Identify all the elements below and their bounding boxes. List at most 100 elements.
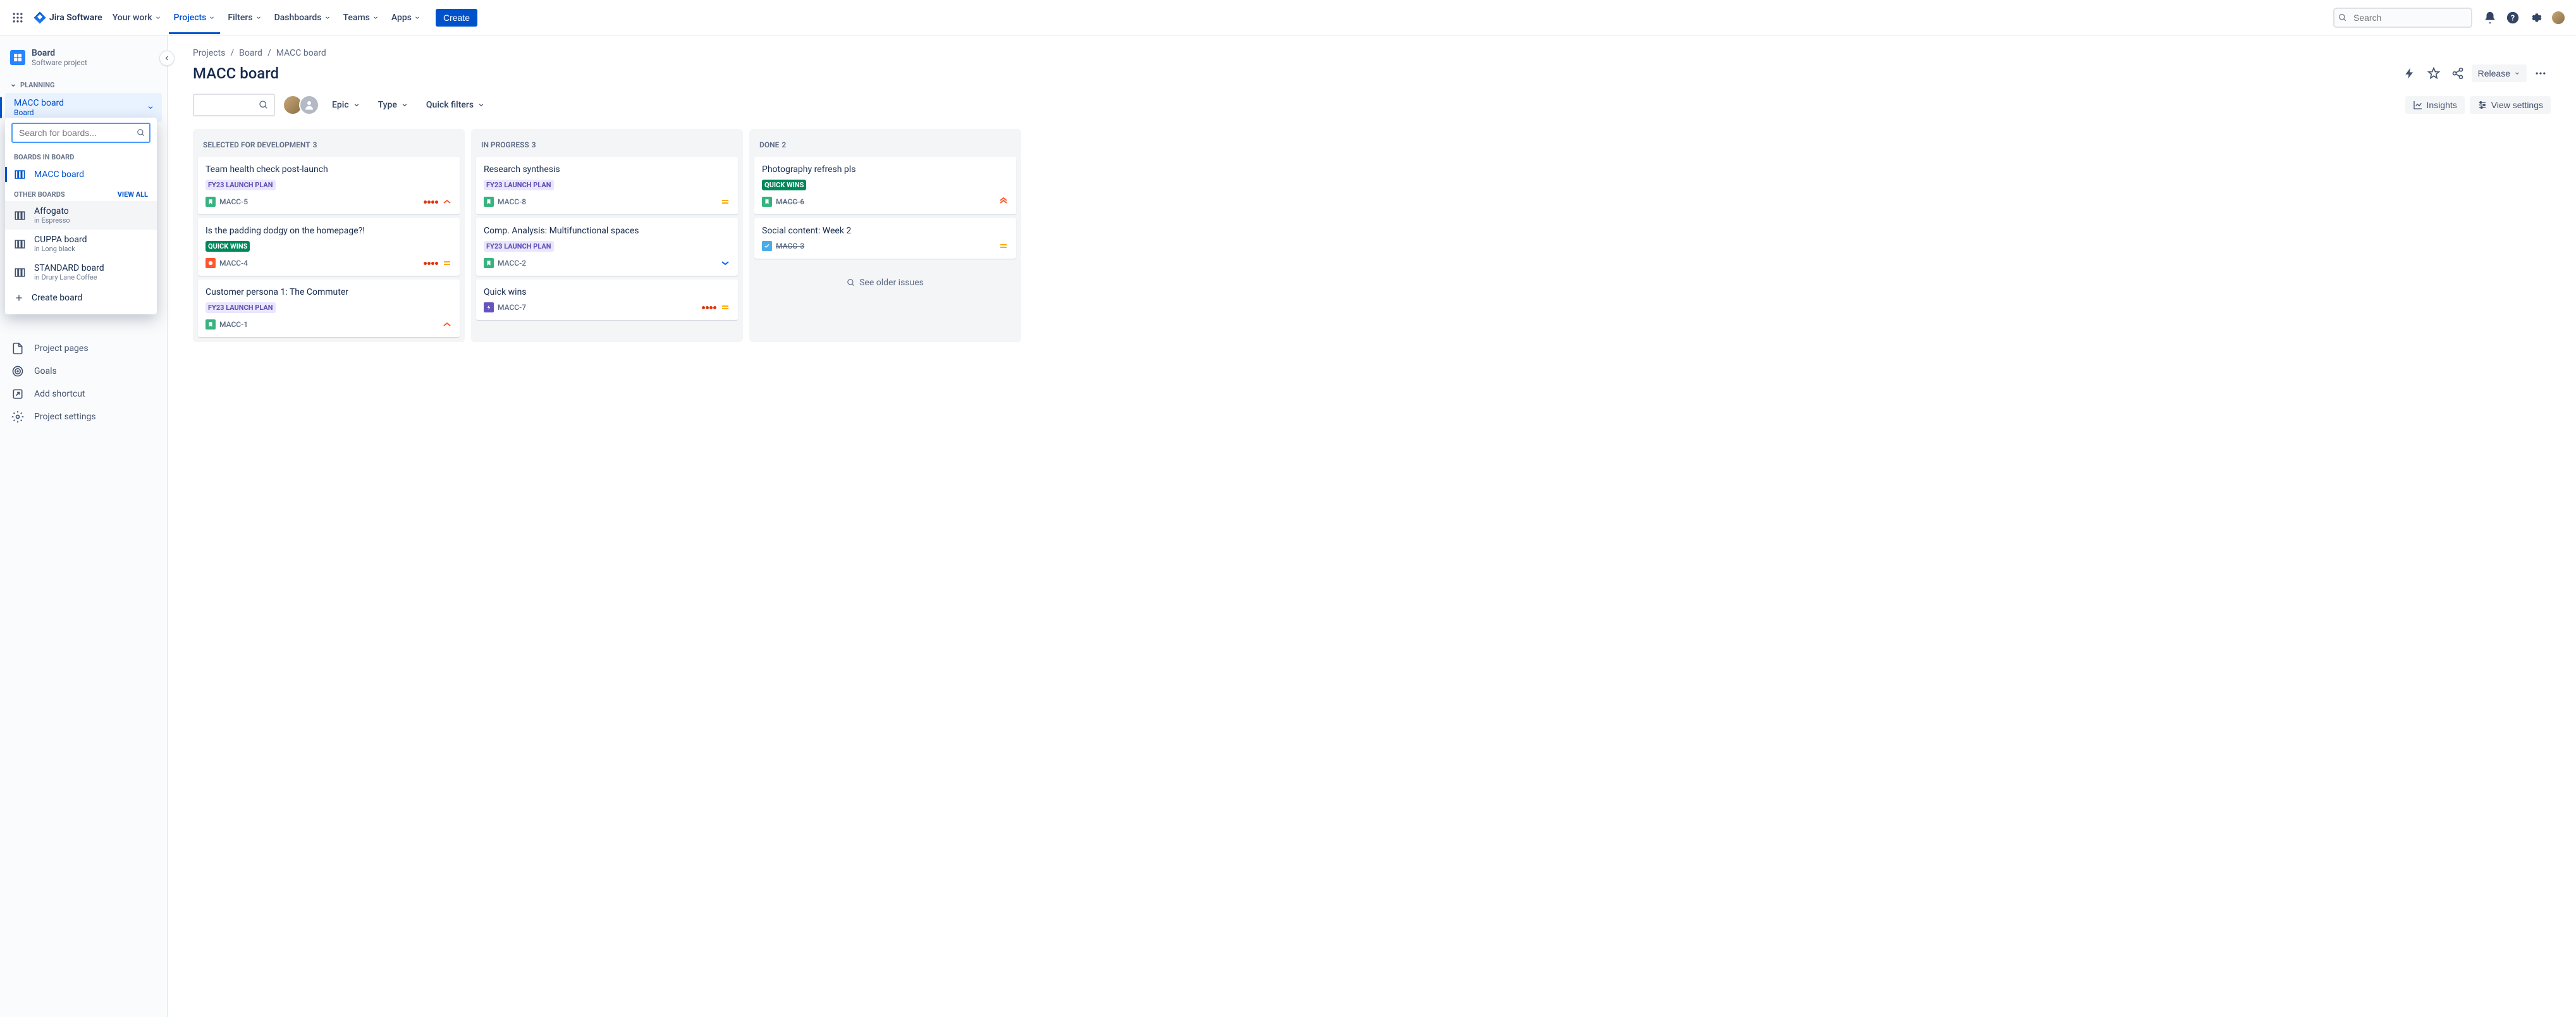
share-icon[interactable] <box>2448 63 2468 83</box>
crumb-board[interactable]: Board <box>239 48 262 58</box>
board-column: IN PROGRESS3 Research synthesis FY23 LAUNC… <box>471 129 743 342</box>
sidebar: Board Software project PLANNING MACC boa… <box>0 35 168 1017</box>
page-icon <box>11 342 24 355</box>
boards-in-project-label: BOARDS IN BOARD <box>5 148 157 164</box>
nav-teams[interactable]: Teams <box>338 9 384 27</box>
quick-filters[interactable]: Quick filters <box>421 96 490 114</box>
project-type: Software project <box>32 58 87 67</box>
project-name: Board <box>32 48 87 58</box>
insights-button[interactable]: Insights <box>2405 96 2465 114</box>
flagged-dots <box>702 306 716 309</box>
column-header: IN PROGRESS3 <box>476 134 738 153</box>
assignee-filter[interactable] <box>283 95 319 115</box>
automation-icon[interactable] <box>2400 63 2420 83</box>
epic-lozenge[interactable]: FY23 LAUNCH PLAN <box>484 180 554 190</box>
board-search[interactable] <box>193 94 275 116</box>
sidebar-collapse-button[interactable] <box>159 51 175 66</box>
card-title: Research synthesis <box>484 164 730 175</box>
priority-icon <box>442 319 452 330</box>
board-search-input[interactable] <box>11 123 150 143</box>
issue-card[interactable]: Is the padding dodgy on the homepage?! QU… <box>198 218 460 276</box>
story-icon <box>205 197 216 207</box>
nav-filters[interactable]: Filters <box>223 9 266 27</box>
view-all-link[interactable]: VIEW ALL <box>118 190 148 199</box>
create-board-button[interactable]: Create board <box>5 287 157 309</box>
board-item-standard[interactable]: STANDARD boardin Drury Lane Coffee <box>5 258 157 287</box>
more-icon[interactable] <box>2530 63 2551 83</box>
profile-avatar[interactable] <box>2548 8 2568 28</box>
priority-icon <box>720 302 730 312</box>
sidebar-project-pages[interactable]: Project pages <box>0 337 167 360</box>
issue-card[interactable]: Photography refresh plsQUICK WINSMACC-6 <box>754 157 1016 214</box>
nav-dashboards[interactable]: Dashboards <box>269 9 336 27</box>
card-title: Customer persona 1: The Commuter <box>205 287 452 297</box>
issue-key: MACC-8 <box>498 197 526 206</box>
issue-card[interactable]: Customer persona 1: The Commuter FY23 LAU… <box>198 280 460 337</box>
board-item-affogato[interactable]: Affogatoin Espresso <box>5 201 157 230</box>
settings-icon[interactable] <box>2525 8 2546 28</box>
jira-logo[interactable]: Jira Software <box>30 11 105 25</box>
issue-key: MACC-6 <box>776 197 804 206</box>
issue-card[interactable]: Team health check post-launch FY23 LAUNCH… <box>198 157 460 214</box>
bug-icon <box>205 258 216 268</box>
board-item-macc[interactable]: MACC board <box>5 164 157 185</box>
priority-icon <box>442 197 452 207</box>
release-button[interactable]: Release <box>2472 65 2527 82</box>
svg-text:?: ? <box>2511 13 2515 23</box>
flagged-dots <box>424 262 438 265</box>
global-search-input[interactable] <box>2333 8 2472 28</box>
priority-icon <box>998 197 1009 207</box>
issue-key: MACC-5 <box>219 197 248 206</box>
top-nav: Jira Software Your work Projects Filters… <box>0 0 2576 35</box>
global-search[interactable] <box>2333 8 2472 28</box>
issue-key: MACC-1 <box>219 320 248 329</box>
nav-your-work[interactable]: Your work <box>107 9 166 27</box>
epic-filter[interactable]: Epic <box>327 96 365 114</box>
card-title: Team health check post-launch <box>205 164 452 175</box>
logo-text: Jira Software <box>49 13 102 23</box>
issue-card[interactable]: Social content: Week 2MACC-3 <box>754 218 1016 259</box>
type-filter[interactable]: Type <box>373 96 414 114</box>
crumb-macc[interactable]: MACC board <box>276 48 326 58</box>
column-header: SELECTED FOR DEVELOPMENT3 <box>198 134 460 153</box>
story-icon <box>205 319 216 330</box>
shortcut-icon <box>11 388 24 400</box>
board-item-cuppa[interactable]: CUPPA boardin Long black <box>5 230 157 258</box>
epic-lozenge[interactable]: FY23 LAUNCH PLAN <box>205 302 276 313</box>
help-icon[interactable]: ? <box>2503 8 2523 28</box>
epic-lozenge[interactable]: FY23 LAUNCH PLAN <box>484 241 554 252</box>
card-title: Is the padding dodgy on the homepage?! <box>205 226 452 236</box>
issue-card[interactable]: Quick winsMACC-7 <box>476 280 738 320</box>
sidebar-goals[interactable]: Goals <box>0 360 167 383</box>
card-title: Comp. Analysis: Multifunctional spaces <box>484 226 730 236</box>
view-settings-button[interactable]: View settings <box>2470 96 2551 114</box>
story-icon <box>484 258 494 268</box>
see-older-issues[interactable]: See older issues <box>754 262 1016 303</box>
issue-key: MACC-3 <box>776 242 804 250</box>
sidebar-project-settings[interactable]: Project settings <box>0 405 167 428</box>
crumb-projects[interactable]: Projects <box>193 48 225 58</box>
sidebar-add-shortcut[interactable]: Add shortcut <box>0 383 167 405</box>
issue-card[interactable]: Comp. Analysis: Multifunctional spaces FY… <box>476 218 738 276</box>
priority-icon <box>720 197 730 207</box>
issue-key: MACC-4 <box>219 259 248 268</box>
chart-icon <box>2413 100 2423 110</box>
issue-card[interactable]: Research synthesis FY23 LAUNCH PLAN MACC-8 <box>476 157 738 214</box>
issue-key: MACC-2 <box>498 259 526 268</box>
app-switcher-icon[interactable] <box>8 8 28 28</box>
star-icon[interactable] <box>2424 63 2444 83</box>
project-icon <box>10 50 25 65</box>
nav-projects[interactable]: Projects <box>169 1 221 34</box>
epic-lozenge[interactable]: FY23 LAUNCH PLAN <box>205 180 276 190</box>
create-button[interactable]: Create <box>436 9 477 27</box>
plus-icon <box>14 293 24 303</box>
sliders-icon <box>2477 100 2487 110</box>
notifications-icon[interactable] <box>2480 8 2500 28</box>
planning-section[interactable]: PLANNING <box>0 77 167 93</box>
epic-lozenge[interactable]: QUICK WINS <box>762 180 806 190</box>
flagged-dots <box>424 200 438 204</box>
project-header: Board Software project <box>0 35 167 77</box>
nav-apps[interactable]: Apps <box>386 9 426 27</box>
epic-lozenge[interactable]: QUICK WINS <box>205 241 250 252</box>
avatar-unassigned[interactable] <box>299 95 319 115</box>
